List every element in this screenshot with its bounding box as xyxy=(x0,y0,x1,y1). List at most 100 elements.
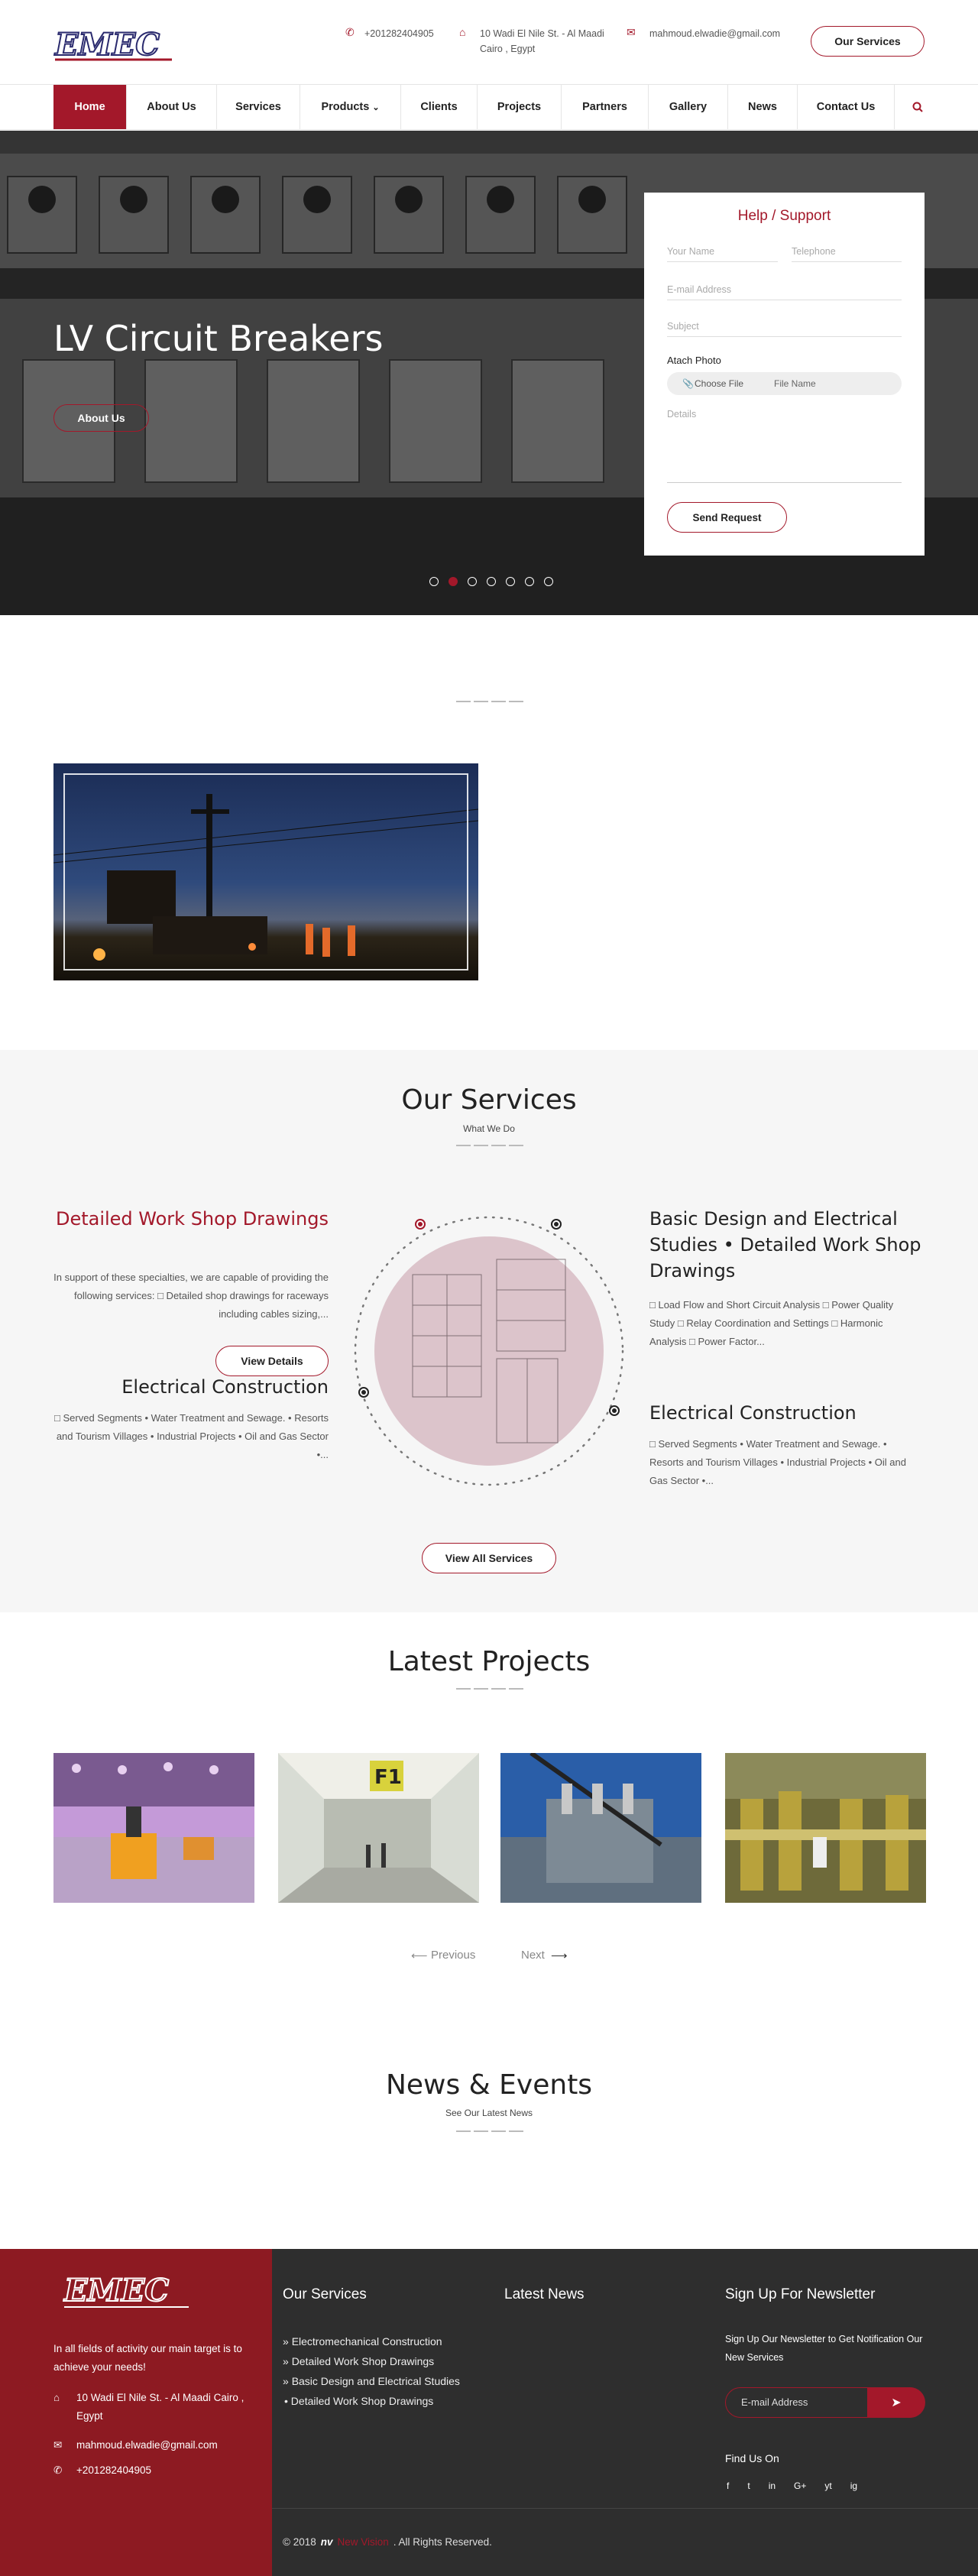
project-card-1[interactable] xyxy=(53,1753,254,1903)
copyright-brand[interactable]: New Vision xyxy=(338,2536,389,2548)
nav-products-label: Products xyxy=(321,101,370,113)
send-icon[interactable]: ➤ xyxy=(867,2386,925,2418)
top-bar: EMEC ✆ +201282404905 ⌂ 10 Wadi El Nile S… xyxy=(0,0,978,84)
footer-service-link-1-label: Electromechanical Construction xyxy=(291,2335,442,2348)
newsletter-text: Sign Up Our Newsletter to Get Notificati… xyxy=(725,2334,923,2363)
file-upload-field[interactable]: 📎 Choose File File Name xyxy=(667,372,902,395)
about-image xyxy=(53,763,478,980)
svg-text:F1: F1 xyxy=(374,1766,402,1789)
project-card-4[interactable] xyxy=(725,1753,926,1903)
service-title-workshop[interactable]: Detailed Work Shop Drawings xyxy=(53,1206,329,1232)
previous-button[interactable]: Previous xyxy=(431,1949,475,1962)
subject-input[interactable]: Subject xyxy=(667,321,902,337)
service-title-construction-left[interactable]: Electrical Construction xyxy=(53,1374,329,1400)
nav-partners[interactable]: Partners xyxy=(562,85,649,129)
slider-dot-7[interactable] xyxy=(544,577,553,586)
hero-slider: LV Circuit Breakers About Us Help / Supp… xyxy=(0,131,978,615)
nav-contact-us[interactable]: Contact Us xyxy=(798,85,895,129)
logo[interactable]: EMEC xyxy=(53,26,176,63)
footer-service-link-2[interactable]: » Detailed Work Shop Drawings xyxy=(283,2355,434,2367)
project-image-factory xyxy=(53,1753,254,1903)
project-card-2[interactable]: F1 xyxy=(278,1753,479,1903)
footer-contact-panel: EMEC In all fields of activity our main … xyxy=(0,2249,272,2576)
header-phone[interactable]: +201282404905 xyxy=(364,26,434,41)
slider-dot-6[interactable] xyxy=(525,577,534,586)
twitter-icon[interactable]: t xyxy=(747,2480,750,2491)
paperclip-icon: 📎 xyxy=(682,378,694,389)
choose-file-button[interactable]: Choose File xyxy=(695,378,743,389)
hero-title: LV Circuit Breakers xyxy=(53,318,384,359)
project-image-plant xyxy=(725,1753,926,1903)
footer-address: 10 Wadi El Nile St. - Al Maadi Cairo , E… xyxy=(76,2392,244,2422)
nav-news[interactable]: News xyxy=(728,85,798,129)
services-title: Our Services xyxy=(401,1084,577,1116)
slider-dot-1[interactable] xyxy=(429,577,439,586)
footer-service-link-3-label: Basic Design and Electrical Studies xyxy=(291,2375,460,2387)
news-divider xyxy=(456,2130,523,2132)
service-text-basic-design: □ Load Flow and Short Circuit Analysis □… xyxy=(649,1299,894,1347)
project-image-substation xyxy=(500,1753,701,1903)
hero-about-button[interactable]: About Us xyxy=(53,404,149,432)
previous-arrow-icon[interactable]: ⟵ xyxy=(411,1949,428,1962)
nav-clients[interactable]: Clients xyxy=(401,85,478,129)
view-all-services-button[interactable]: View All Services xyxy=(422,1543,556,1573)
next-button[interactable]: Next xyxy=(521,1949,545,1962)
services-divider xyxy=(456,1145,523,1146)
service-title-construction-right[interactable]: Electrical Construction xyxy=(649,1400,928,1426)
phone-icon: ✆ xyxy=(345,26,355,38)
footer-service-link-4[interactable]: • Detailed Work Shop Drawings xyxy=(284,2395,433,2407)
service-title-basic-design[interactable]: Basic Design and Electrical Studies • De… xyxy=(649,1206,928,1284)
footer-email[interactable]: mahmoud.elwadie@gmail.com xyxy=(76,2436,218,2454)
services-diagram xyxy=(354,1216,624,1486)
nav-projects[interactable]: Projects xyxy=(478,85,562,129)
nav-about-us[interactable]: About Us xyxy=(127,85,217,129)
header-email[interactable]: mahmoud.elwadie@gmail.com xyxy=(649,26,780,41)
slider-dots xyxy=(429,577,553,586)
youtube-icon[interactable]: yt xyxy=(824,2480,831,2491)
nav-products[interactable]: Products ⌄ xyxy=(300,85,401,129)
nav-home[interactable]: Home xyxy=(53,85,127,129)
logo-mark: EMEC xyxy=(53,26,172,63)
slider-dot-5[interactable] xyxy=(506,577,515,586)
copyright: © 2018 nv New Vision . All Rights Reserv… xyxy=(283,2536,492,2548)
support-form: Help / Support Your Name Telephone E-mai… xyxy=(644,193,925,556)
name-input[interactable]: Your Name xyxy=(667,246,778,262)
slider-dot-3[interactable] xyxy=(468,577,477,586)
search-icon[interactable] xyxy=(895,85,941,129)
next-arrow-icon[interactable]: ⟶ xyxy=(551,1949,568,1962)
slider-dot-4[interactable] xyxy=(487,577,496,586)
project-card-3[interactable] xyxy=(500,1753,701,1903)
service-text-construction-right: □ Served Segments • Water Treatment and … xyxy=(649,1438,906,1486)
view-details-button[interactable]: View Details xyxy=(215,1346,329,1376)
newsletter-email-input[interactable]: E-mail Address xyxy=(741,2396,808,2408)
facebook-icon[interactable]: f xyxy=(727,2480,729,2491)
instagram-icon[interactable]: ig xyxy=(850,2480,857,2491)
section-divider xyxy=(456,701,523,702)
nav-gallery[interactable]: Gallery xyxy=(649,85,728,129)
news-title: News & Events xyxy=(385,2069,593,2101)
telephone-input[interactable]: Telephone xyxy=(792,246,902,262)
project-image-mall: F1 xyxy=(278,1753,479,1903)
projects-divider xyxy=(456,1688,523,1690)
slider-dot-2[interactable] xyxy=(449,577,458,586)
footer-service-link-3[interactable]: » Basic Design and Electrical Studies xyxy=(283,2375,460,2387)
service-text-workshop: In support of these specialties, we are … xyxy=(53,1272,329,1320)
find-us-label: Find Us On xyxy=(725,2452,779,2464)
footer-logo[interactable]: EMEC xyxy=(63,2272,193,2310)
send-request-button[interactable]: Send Request xyxy=(667,502,787,533)
linkedin-icon[interactable]: in xyxy=(769,2480,776,2491)
footer-service-link-1[interactable]: » Electromechanical Construction xyxy=(283,2335,442,2348)
footer-news-heading: Latest News xyxy=(504,2286,585,2302)
home-icon: ⌂ xyxy=(459,26,466,38)
footer-divider xyxy=(272,2508,978,2509)
details-textarea[interactable]: Details xyxy=(667,409,902,483)
footer-phone[interactable]: +201282404905 xyxy=(76,2461,151,2480)
google-plus-icon[interactable]: G+ xyxy=(794,2480,806,2491)
services-subtitle: What We Do xyxy=(463,1123,515,1134)
chevron-down-icon: ⌄ xyxy=(372,102,380,112)
our-services-button[interactable]: Our Services xyxy=(811,26,925,57)
svg-text:EMEC: EMEC xyxy=(63,2273,169,2309)
email-input[interactable]: E-mail Address xyxy=(667,284,902,300)
footer: EMEC In all fields of activity our main … xyxy=(0,2249,978,2576)
nav-services[interactable]: Services xyxy=(217,85,300,129)
